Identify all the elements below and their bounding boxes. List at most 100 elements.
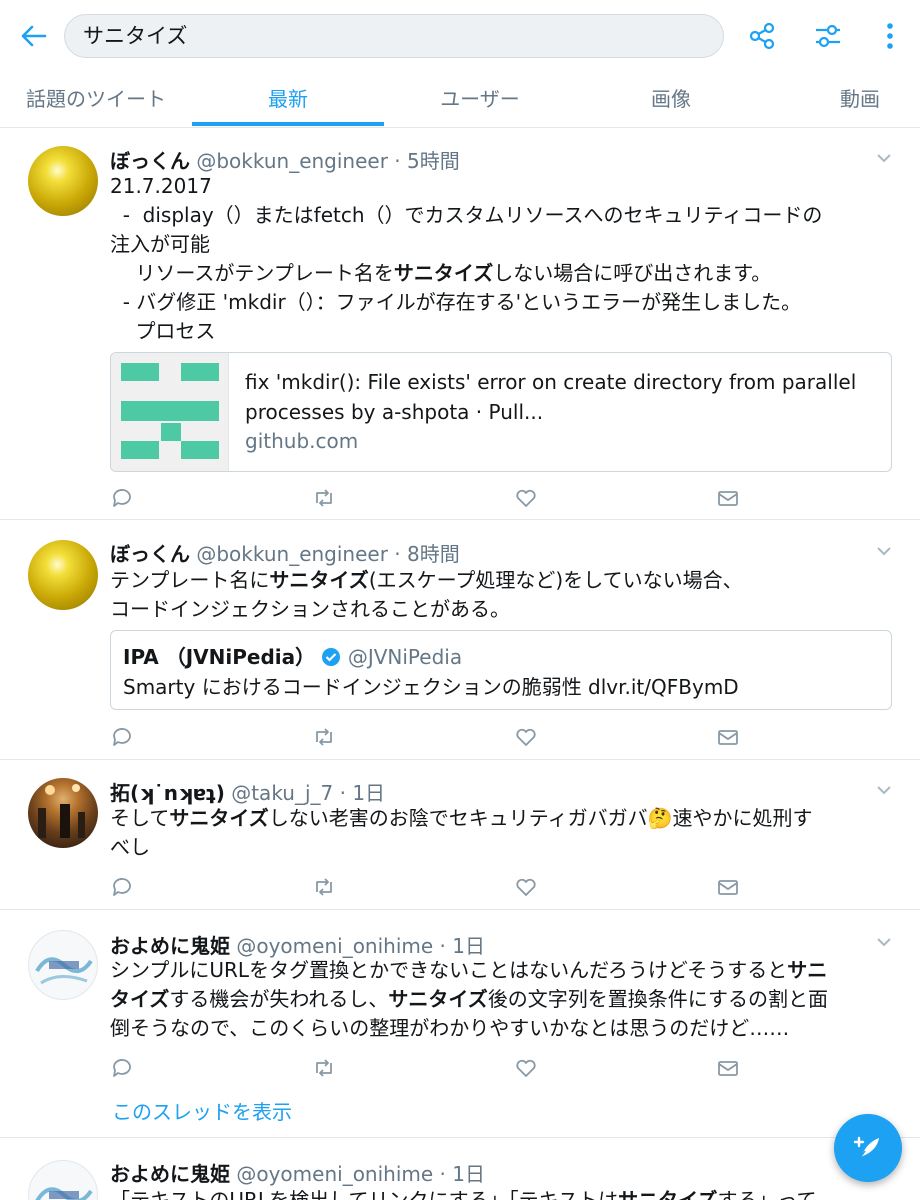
quoted-text: Smarty におけるコードインジェクションの脆弱性 dlvr.it/QFBym… (123, 675, 739, 699)
quoted-header: IPA （JVNiPedia） @JVNiPedia (123, 641, 462, 670)
tweet-time: · 8時間 (394, 542, 460, 566)
tweet-line: - display（）またはfetch（）でカスタムリソースへのセキュリティコー… (110, 203, 823, 227)
avatar[interactable] (28, 778, 98, 848)
like-icon[interactable] (514, 1056, 538, 1080)
reply-icon[interactable] (110, 725, 134, 749)
message-icon[interactable] (716, 1056, 740, 1080)
more-options-icon[interactable] (872, 18, 908, 54)
highlight-keyword: サニタイズ (618, 1188, 718, 1200)
highlight-keyword: タイズ (110, 987, 170, 1011)
user-handle[interactable]: @oyomeni_onihime (236, 1162, 433, 1186)
card-domain: github.com (245, 429, 359, 453)
message-icon[interactable] (716, 486, 740, 510)
highlight-keyword: サニタイズ (393, 261, 494, 285)
tweet-time: · 1日 (439, 934, 485, 958)
tweet[interactable]: およめに鬼姫 @oyomeni_onihime · 1日 シンプルにURLをタグ… (0, 910, 920, 1138)
tweet-line: リソースがテンプレート名をサニタイズしない場合に呼び出されます。 (110, 261, 772, 285)
retweet-icon[interactable] (312, 1056, 336, 1080)
tab-images[interactable]: 画像 (576, 70, 766, 128)
user-name[interactable]: 拓(ʞ˙nʞɐʇ) (110, 781, 225, 805)
tweet-text: 21.7.2017 - display（）またはfetch（）でカスタムリソース… (110, 172, 890, 346)
tweet-header: およめに鬼姫 @oyomeni_onihime · 1日 (110, 930, 485, 959)
chevron-down-icon[interactable] (876, 934, 892, 950)
tweet-text: テンプレート名にサニタイズ(エスケープ処理など)をしていない場合、 コードインジェ… (110, 566, 890, 624)
tweet[interactable]: ぼっくん @bokkun_engineer · 8時間 テンプレート名にサニタイ… (0, 520, 920, 760)
quoted-user-handle[interactable]: @JVNiPedia (348, 645, 462, 669)
search-input[interactable]: サニタイズ (64, 14, 724, 58)
reply-icon[interactable] (110, 486, 134, 510)
message-icon[interactable] (716, 725, 740, 749)
link-card[interactable]: fix 'mkdir(): File exists' error on crea… (110, 352, 892, 472)
highlight-keyword: サニタイズ (169, 806, 269, 830)
quoted-tweet[interactable]: IPA （JVNiPedia） @JVNiPedia Smarty におけるコー… (110, 630, 892, 710)
user-name[interactable]: ぼっくん (110, 542, 190, 566)
user-name[interactable]: およめに鬼姫 (110, 934, 230, 958)
tweet-header: ぼっくん @bokkun_engineer · 5時間 (110, 145, 460, 174)
card-title: fix 'mkdir(): File exists' error on crea… (245, 370, 857, 424)
user-name[interactable]: ぼっくん (110, 149, 190, 173)
compose-tweet-button[interactable] (834, 1114, 902, 1182)
tweet-actions (110, 875, 750, 905)
tweet-line: べし (110, 835, 150, 859)
chevron-down-icon[interactable] (876, 543, 892, 559)
tweet-time: · 5時間 (394, 149, 460, 173)
avatar[interactable] (28, 540, 98, 610)
tweet[interactable]: およめに鬼姫 @oyomeni_onihime · 1日 「テキストのURLを検… (0, 1138, 920, 1200)
tab-latest[interactable]: 最新 (192, 70, 384, 128)
tweet-header: 拓(ʞ˙nʞɐʇ) @taku_j_7 · 1日 (110, 777, 385, 806)
tweet-line: タイズする機会が失われるし、サニタイズ後の文字列を置換条件にするの割と面 (110, 987, 829, 1011)
retweet-icon[interactable] (312, 875, 336, 899)
tweet-text: 「テキストのURLを検出してリンクにする」「テキストはサニタイズする」って (110, 1186, 890, 1200)
feather-plus-icon (853, 1136, 879, 1159)
tweet-header: ぼっくん @bokkun_engineer · 8時間 (110, 538, 460, 567)
share-icon[interactable] (744, 18, 780, 54)
avatar[interactable] (28, 146, 98, 216)
tweet-line: プロセス (110, 319, 216, 343)
tweet[interactable]: ぼっくん @bokkun_engineer · 5時間 21.7.2017 - … (0, 128, 920, 520)
filter-icon[interactable] (810, 18, 846, 54)
tweet-line: 倒そうなので、このくらいの整理がわかりやすいかなとは思うのだけど…… (110, 1016, 790, 1040)
tweet-line: 「テキストのURLを検出してリンクにする」「テキストはサニタイズする」って (110, 1186, 890, 1200)
tweet-time: · 1日 (439, 1162, 485, 1186)
tab-top-tweets[interactable]: 話題のツイート (0, 70, 192, 128)
tweet-line: 注入が可能 (110, 232, 210, 256)
user-handle[interactable]: @oyomeni_onihime (236, 934, 433, 958)
highlight-keyword: サニタイズ (388, 987, 488, 1011)
tweet-line: 21.7.2017 (110, 174, 212, 198)
show-thread-link[interactable]: このスレッドを表示 (112, 1096, 292, 1125)
user-handle[interactable]: @bokkun_engineer (196, 149, 388, 173)
retweet-icon[interactable] (312, 725, 336, 749)
quoted-user-name[interactable]: IPA （JVNiPedia） (123, 645, 315, 669)
chevron-down-icon[interactable] (876, 782, 892, 798)
like-icon[interactable] (514, 875, 538, 899)
tweet-actions (110, 486, 750, 516)
message-icon[interactable] (716, 875, 740, 899)
tab-bar: 話題のツイート 最新 ユーザー 画像 動画 (0, 70, 920, 128)
user-name[interactable]: およめに鬼姫 (110, 1162, 230, 1186)
reply-icon[interactable] (110, 875, 134, 899)
tweet-line: - バグ修正 'mkdir（）：ファイルが存在する'というエラーが発生しました。 (110, 290, 802, 314)
top-bar: サニタイズ (0, 0, 920, 70)
tweet-line: コードインジェクションされることがある。 (110, 597, 510, 621)
like-icon[interactable] (514, 725, 538, 749)
active-tab-indicator (192, 122, 384, 126)
like-icon[interactable] (514, 486, 538, 510)
avatar[interactable] (28, 1160, 98, 1200)
tweet-line: テンプレート名にサニタイズ(エスケープ処理など)をしていない場合、 (110, 568, 743, 592)
reply-icon[interactable] (110, 1056, 134, 1080)
user-handle[interactable]: @bokkun_engineer (196, 542, 388, 566)
user-handle[interactable]: @taku_j_7 (231, 781, 333, 805)
tweet[interactable]: 拓(ʞ˙nʞɐʇ) @taku_j_7 · 1日 そしてサニタイズしない老害のお… (0, 760, 920, 910)
tweet-actions (110, 725, 750, 755)
retweet-icon[interactable] (312, 486, 336, 510)
tab-videos[interactable]: 動画 (800, 70, 920, 128)
back-arrow-icon[interactable] (18, 20, 50, 52)
tweet-header: およめに鬼姫 @oyomeni_onihime · 1日 (110, 1158, 485, 1187)
verified-badge-icon (322, 648, 341, 666)
card-thumbnail (111, 353, 229, 471)
highlight-keyword: サニタイズ (269, 568, 369, 592)
tab-users[interactable]: ユーザー (384, 70, 576, 128)
avatar[interactable] (28, 930, 98, 1000)
tweet-text: そしてサニタイズしない老害のお陰でセキュリティガバガバ🤔速やかに処刑す べし (110, 804, 890, 862)
chevron-down-icon[interactable] (876, 150, 892, 166)
